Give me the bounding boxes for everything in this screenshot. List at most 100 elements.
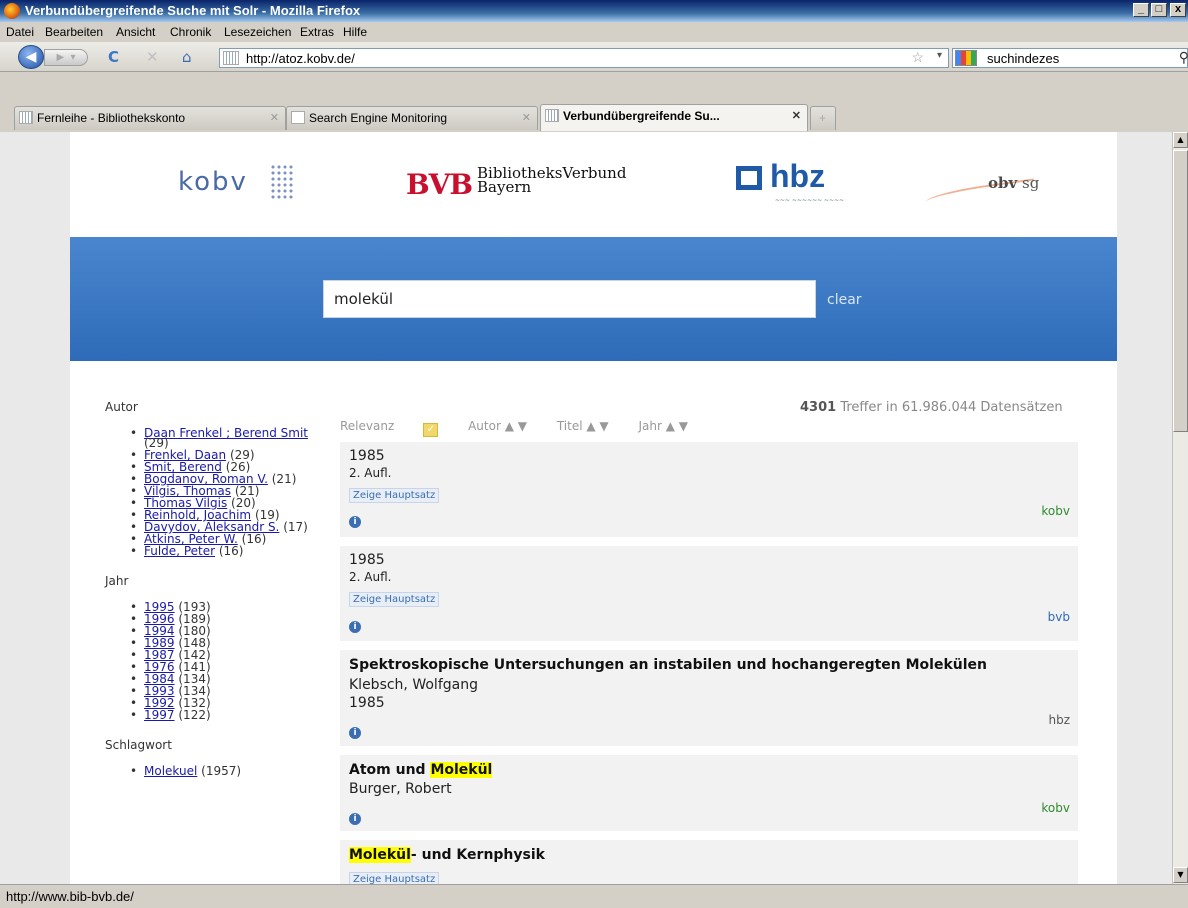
facet-item: Davydov, Aleksandr S. (17) [130, 521, 315, 533]
facet-title-jahr: Jahr [105, 574, 129, 588]
facet-item: Bogdanov, Roman V. (21) [130, 472, 315, 486]
result-item: Molekül- und Kernphysik Zeige Hauptsatz [340, 840, 1078, 884]
menu-lesezeichen[interactable]: Lesezeichen [224, 25, 291, 39]
forward-button[interactable]: ▶ ▾ [44, 49, 88, 66]
tab-close-icon[interactable]: ✕ [270, 111, 279, 124]
result-item: 1985 2. Aufl. Zeige Hauptsatz i kobv [340, 442, 1078, 537]
result-author: Klebsch, Wolfgang [349, 677, 478, 693]
sort-selected-icon: ✓ [423, 423, 439, 437]
sort-titel[interactable]: Titel ▲ ▼ [557, 419, 609, 433]
sort-relevanz[interactable]: Relevanz ✓ [340, 419, 439, 437]
menu-chronik[interactable]: Chronik [170, 25, 211, 39]
show-main-record-link[interactable]: Zeige Hauptsatz [349, 488, 440, 503]
google-icon[interactable] [955, 50, 977, 66]
result-year: 1985 [349, 552, 385, 568]
sort-bar: Relevanz ✓ Autor ▲ ▼ Titel ▲ ▼ Jahr ▲ ▼ [340, 419, 714, 437]
tab-close-icon[interactable]: ✕ [792, 109, 801, 122]
minimize-button[interactable]: _ [1133, 3, 1149, 17]
web-search-box[interactable]: suchindezes ⚲ [952, 48, 1188, 68]
facet-link[interactable]: Molekuel [144, 764, 197, 778]
facet-item: 1984 (134) [130, 673, 315, 685]
url-text[interactable]: http://atoz.kobv.de/ [246, 51, 355, 66]
facet-list-schlagwort: Molekuel (1957) [130, 764, 315, 778]
close-button[interactable]: x [1170, 3, 1186, 17]
tab-label: Search Engine Monitoring [309, 111, 448, 125]
tab-favicon [545, 109, 559, 122]
result-item: 1985 2. Aufl. Zeige Hauptsatz i bvb [340, 546, 1078, 641]
menu-datei[interactable]: Datei [6, 25, 34, 39]
magnifier-icon[interactable]: ⚲ [1179, 49, 1188, 66]
result-edition: 2. Aufl. [349, 466, 392, 480]
facet-link[interactable]: 1997 [144, 708, 175, 722]
stop-icon[interactable]: ✕ [146, 48, 159, 66]
tab-favicon [19, 111, 33, 124]
facet-sidebar: Autor Daan Frenkel ; Berend Smit (29) Fr… [105, 400, 315, 794]
bookmark-star-icon[interactable]: ☆ [911, 49, 924, 66]
kobv-logo[interactable]: kobv [178, 167, 248, 197]
result-source: bvb [1047, 610, 1070, 624]
back-button[interactable]: ◀ [18, 45, 44, 69]
bvb-logo-line-2: Bayern [477, 178, 532, 196]
result-source: kobv [1041, 801, 1070, 815]
menu-extras[interactable]: Extras [300, 25, 334, 39]
maximize-button[interactable]: □ [1151, 3, 1167, 17]
status-text: http://www.bib-bvb.de/ [6, 889, 134, 904]
status-bar: http://www.bib-bvb.de/ [0, 884, 1188, 908]
menu-ansicht[interactable]: Ansicht [116, 25, 155, 39]
new-tab-button[interactable]: + [810, 106, 836, 130]
hit-count-text: Treffer in 61.986.044 Datensätzen [840, 400, 1063, 415]
url-dropdown-icon[interactable]: ▾ [937, 50, 942, 61]
bvb-logo[interactable]: BVB [406, 168, 473, 201]
sort-jahr[interactable]: Jahr ▲ ▼ [638, 419, 688, 433]
facet-item: Vilgis, Thomas (21) [130, 485, 315, 497]
facet-title-autor: Autor [105, 400, 138, 414]
facet-link[interactable]: Fulde, Peter [144, 544, 215, 558]
facet-count: (1957) [201, 764, 242, 778]
web-search-query[interactable]: suchindezes [987, 51, 1059, 66]
info-icon[interactable]: i [349, 813, 361, 825]
result-title-highlight: Molekül [349, 847, 411, 863]
hbz-logo[interactable]: hbz [770, 158, 825, 195]
result-title-text: Atom und [349, 762, 431, 778]
info-icon[interactable]: i [349, 727, 361, 739]
firefox-icon [4, 3, 20, 19]
sort-autor[interactable]: Autor ▲ ▼ [468, 419, 527, 433]
facet-count: (21) [271, 472, 297, 486]
show-main-record-link[interactable]: Zeige Hauptsatz [349, 872, 440, 884]
window-titlebar: Verbundübergreifende Suche mit Solr - Mo… [0, 0, 1188, 22]
home-icon[interactable]: ⌂ [182, 48, 192, 66]
tab-close-icon[interactable]: ✕ [522, 111, 531, 124]
obv-logo[interactable]: obv sg [988, 174, 1039, 192]
result-title[interactable]: Molekül- und Kernphysik [349, 847, 545, 863]
obv-logo-text: obv [988, 174, 1018, 192]
search-input[interactable]: molekül [323, 280, 816, 318]
facet-list-jahr: 1995 (193) 1996 (189) 1994 (180) 1989 (1… [130, 601, 315, 722]
facet-count: (122) [178, 708, 211, 722]
facet-item: Thomas Vilgis (20) [130, 497, 315, 509]
scroll-up-icon[interactable]: ▲ [1173, 132, 1188, 148]
tab-fernleihe[interactable]: Fernleihe - Bibliothekskonto ✕ [14, 106, 286, 130]
bvb-logo-text[interactable]: BibliotheksVerbund Bayern [477, 166, 626, 196]
menu-bearbeiten[interactable]: Bearbeiten [45, 25, 103, 39]
vertical-scrollbar[interactable]: ▲ ▼ [1172, 132, 1188, 884]
url-bar[interactable]: http://atoz.kobv.de/ ☆ ▾ [219, 48, 949, 68]
facet-item: 1995 (193) [130, 601, 315, 613]
facet-list-autor: Daan Frenkel ; Berend Smit (29) Frenkel,… [130, 427, 315, 558]
tab-label: Verbundübergreifende Su... [563, 109, 720, 123]
result-title[interactable]: Spektroskopische Untersuchungen an insta… [349, 657, 987, 673]
scrollbar-thumb[interactable] [1173, 150, 1188, 432]
show-main-record-link[interactable]: Zeige Hauptsatz [349, 592, 440, 607]
menu-hilfe[interactable]: Hilfe [343, 25, 367, 39]
info-icon[interactable]: i [349, 621, 361, 633]
tab-verbundsuche[interactable]: Verbundübergreifende Su... ✕ [540, 104, 808, 131]
result-title[interactable]: Atom und Molekül [349, 762, 493, 778]
facet-item: Fulde, Peter (16) [130, 544, 315, 558]
navigation-toolbar: ▶ ▾ ◀ C ✕ ⌂ http://atoz.kobv.de/ ☆ ▾ suc… [0, 42, 1188, 72]
info-icon[interactable]: i [349, 516, 361, 528]
scroll-down-icon[interactable]: ▼ [1173, 867, 1188, 883]
page: kobv BVB BibliotheksVerbund Bayern hbz ~… [70, 132, 1117, 884]
reload-icon[interactable]: C [108, 48, 119, 66]
tab-search-engine-monitoring[interactable]: Search Engine Monitoring ✕ [286, 106, 538, 130]
kobv-logo-dots [270, 164, 294, 200]
clear-link[interactable]: clear [827, 292, 862, 308]
